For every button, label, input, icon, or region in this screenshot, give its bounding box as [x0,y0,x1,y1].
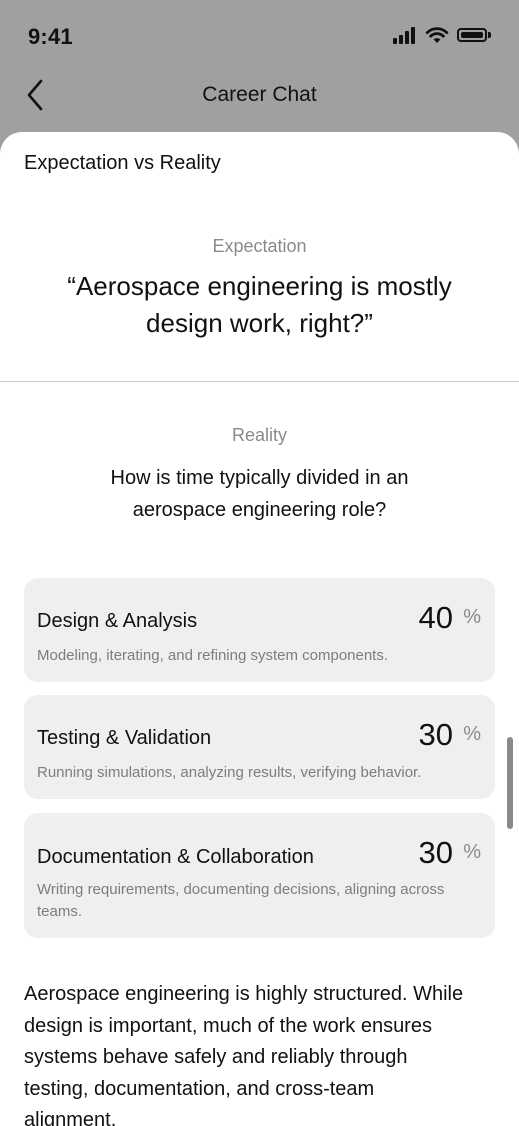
expectation-label: Expectation [212,236,307,256]
content-sheet: Expectation vs Reality Expectation “Aero… [0,132,519,1126]
reality-label: Reality [231,425,288,445]
card-percent-value: 30 [418,717,453,752]
card-percent-unit: % [463,723,481,745]
scrollbar[interactable] [507,737,513,829]
wifi-icon [425,27,449,43]
sheet-title: Expectation vs Reality [24,152,221,174]
card-description: Running simulations, analyzing results, … [37,764,422,781]
card-percent-value: 40 [418,600,453,635]
card-percent-unit: % [463,841,481,863]
card-description: Writing requirements, documenting decisi… [37,881,445,920]
card-title: Design & Analysis [37,610,198,632]
summary-text: Aerospace engineering is highly structur… [24,983,464,1126]
status-time: 9:41 [28,24,73,49]
section-divider [0,381,519,382]
card-description: Modeling, iterating, and refining system… [37,647,389,664]
card-percent-value: 30 [418,835,453,870]
nav-bar: Career Chat [0,70,519,125]
breakdown-card-design: Design & Analysis 40 % Modeling, iterati… [24,578,495,682]
breakdown-card-documentation: Documentation & Collaboration 30 % Writi… [24,813,495,938]
cellular-signal-icon [393,26,417,44]
status-icons [393,26,491,44]
status-bar: 9:41 [0,0,519,70]
reality-question: How is time typically divided in an aero… [110,467,409,521]
card-percent-unit: % [463,606,481,628]
expectation-quote: “Aerospace engineering is mostly design … [67,271,452,338]
page-title: Career Chat [202,83,317,106]
battery-icon [457,26,491,44]
card-title: Documentation & Collaboration [37,846,314,868]
card-title: Testing & Validation [37,727,212,749]
breakdown-card-testing: Testing & Validation 30 % Running simula… [24,695,495,799]
